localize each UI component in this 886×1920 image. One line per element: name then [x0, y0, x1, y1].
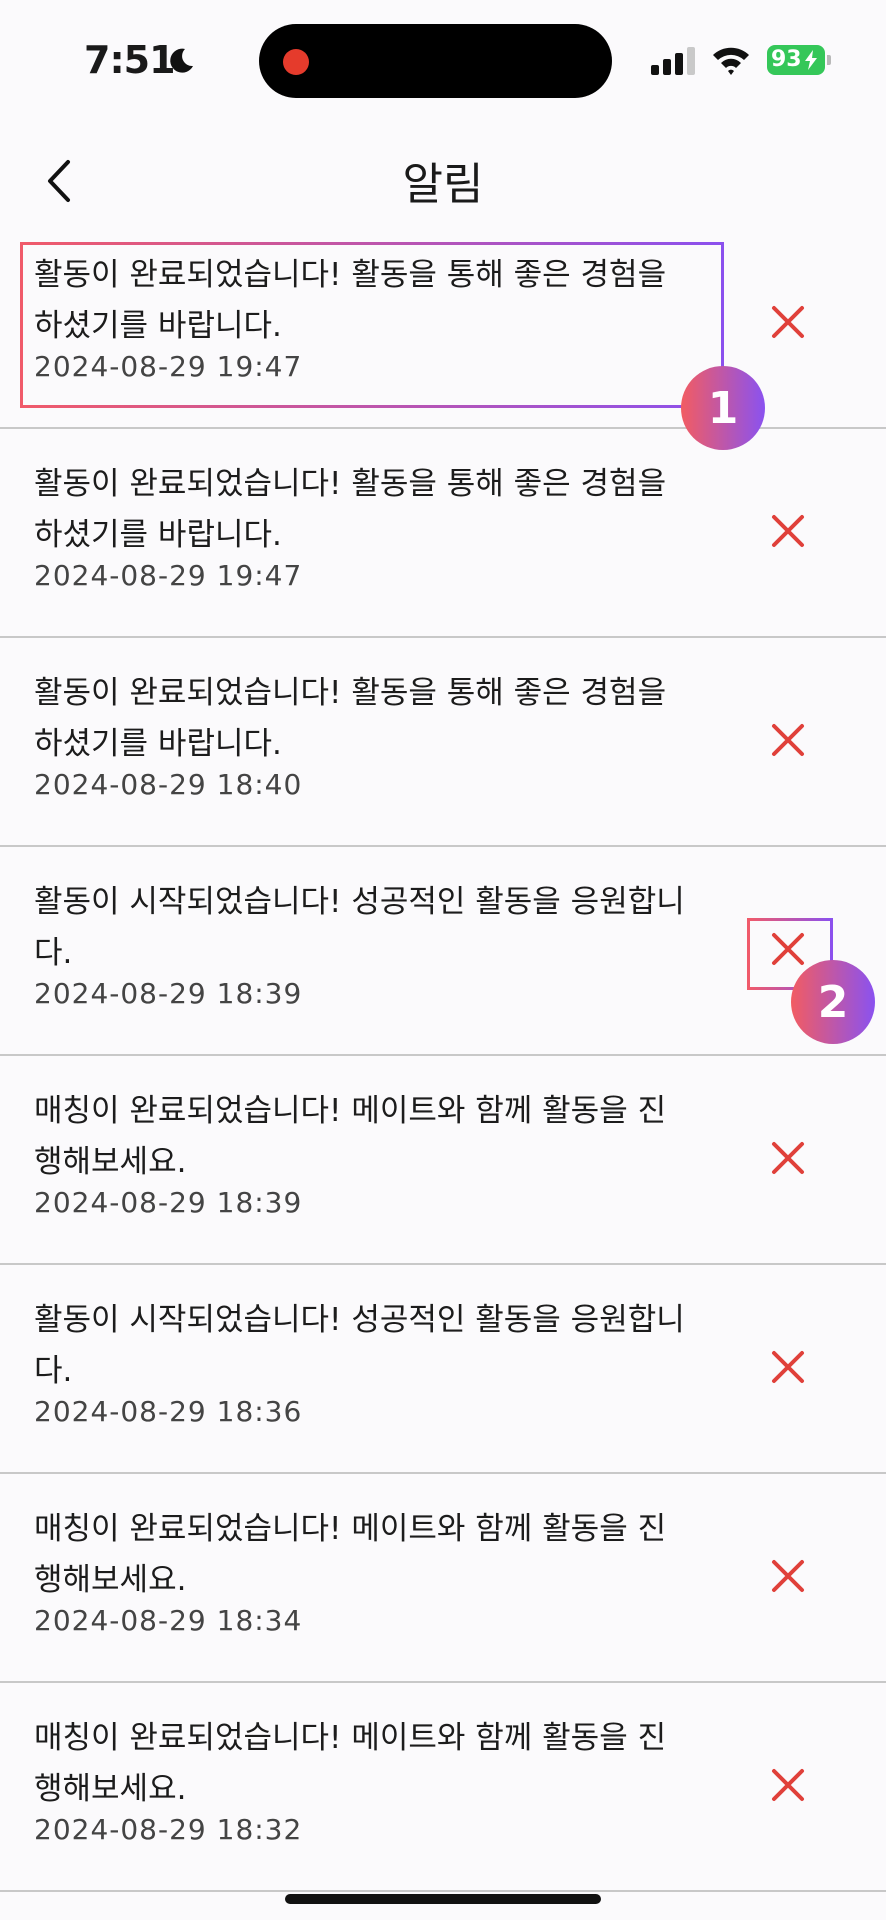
- cellular-signal-icon: [651, 47, 695, 75]
- page-title: 알림: [402, 159, 484, 210]
- notification-message: 활동이 시작되었습니다! 성공적인 활동을 응원합니다.: [34, 1302, 685, 1389]
- notification-item[interactable]: 활동이 시작되었습니다! 성공적인 활동을 응원합니다. 2024-08-29 …: [0, 1265, 886, 1474]
- annotation-highlight-1: [20, 242, 724, 408]
- annotation-badge-2: 2: [791, 960, 875, 1044]
- notification-date: 2024-08-29 19:47: [34, 559, 303, 592]
- delete-icon[interactable]: [768, 1347, 808, 1387]
- recording-indicator-icon: [283, 49, 309, 75]
- notification-list: 활동이 완료되었습니다! 활동을 통해 좋은 경험을 하셨기를 바랍니다. 20…: [0, 220, 886, 1892]
- delete-icon[interactable]: [768, 511, 808, 551]
- moon-icon: [170, 48, 193, 73]
- battery-body: 93: [767, 45, 825, 75]
- wifi-icon: [713, 47, 749, 75]
- notification-message: 활동이 시작되었습니다! 성공적인 활동을 응원합니다.: [34, 884, 685, 971]
- delete-icon[interactable]: [768, 302, 808, 342]
- notification-date: 2024-08-29 18:34: [34, 1604, 303, 1637]
- charging-bolt-icon: [805, 50, 817, 70]
- delete-icon[interactable]: [768, 1556, 808, 1596]
- notification-item[interactable]: 매칭이 완료되었습니다! 메이트와 함께 활동을 진행해보세요. 2024-08…: [0, 1056, 886, 1265]
- notification-message: 활동이 완료되었습니다! 활동을 통해 좋은 경험을 하셨기를 바랍니다.: [34, 675, 667, 762]
- home-indicator: [285, 1894, 601, 1904]
- battery-indicator: 93: [767, 45, 831, 75]
- delete-icon[interactable]: [768, 720, 808, 760]
- notification-message: 매칭이 완료되었습니다! 메이트와 함께 활동을 진행해보세요.: [34, 1720, 667, 1807]
- notification-date: 2024-08-29 18:39: [34, 977, 303, 1010]
- notification-item[interactable]: 매칭이 완료되었습니다! 메이트와 함께 활동을 진행해보세요. 2024-08…: [0, 1474, 886, 1683]
- notification-date: 2024-08-29 18:36: [34, 1395, 303, 1428]
- battery-level: 93: [771, 47, 802, 72]
- notification-message: 매칭이 완료되었습니다! 메이트와 함께 활동을 진행해보세요.: [34, 1093, 667, 1180]
- delete-icon[interactable]: [768, 1765, 808, 1805]
- notification-message: 활동이 완료되었습니다! 활동을 통해 좋은 경험을 하셨기를 바랍니다.: [34, 466, 667, 553]
- notification-item[interactable]: 매칭이 완료되었습니다! 메이트와 함께 활동을 진행해보세요. 2024-08…: [0, 1683, 886, 1892]
- battery-tip: [827, 55, 831, 65]
- navigation-header: 알림: [0, 130, 886, 230]
- delete-icon[interactable]: [768, 1138, 808, 1178]
- status-time: 7:51: [84, 38, 176, 82]
- notification-date: 2024-08-29 18:39: [34, 1186, 303, 1219]
- status-bar: 7:51 93: [0, 0, 886, 120]
- notification-item[interactable]: 활동이 완료되었습니다! 활동을 통해 좋은 경험을 하셨기를 바랍니다. 20…: [0, 429, 886, 638]
- notification-date: 2024-08-29 18:32: [34, 1813, 303, 1846]
- dynamic-island: [259, 24, 612, 98]
- notification-message: 매칭이 완료되었습니다! 메이트와 함께 활동을 진행해보세요.: [34, 1511, 667, 1598]
- notification-item[interactable]: 활동이 완료되었습니다! 활동을 통해 좋은 경험을 하셨기를 바랍니다. 20…: [0, 638, 886, 847]
- notification-date: 2024-08-29 18:40: [34, 768, 303, 801]
- annotation-badge-1: 1: [681, 366, 765, 450]
